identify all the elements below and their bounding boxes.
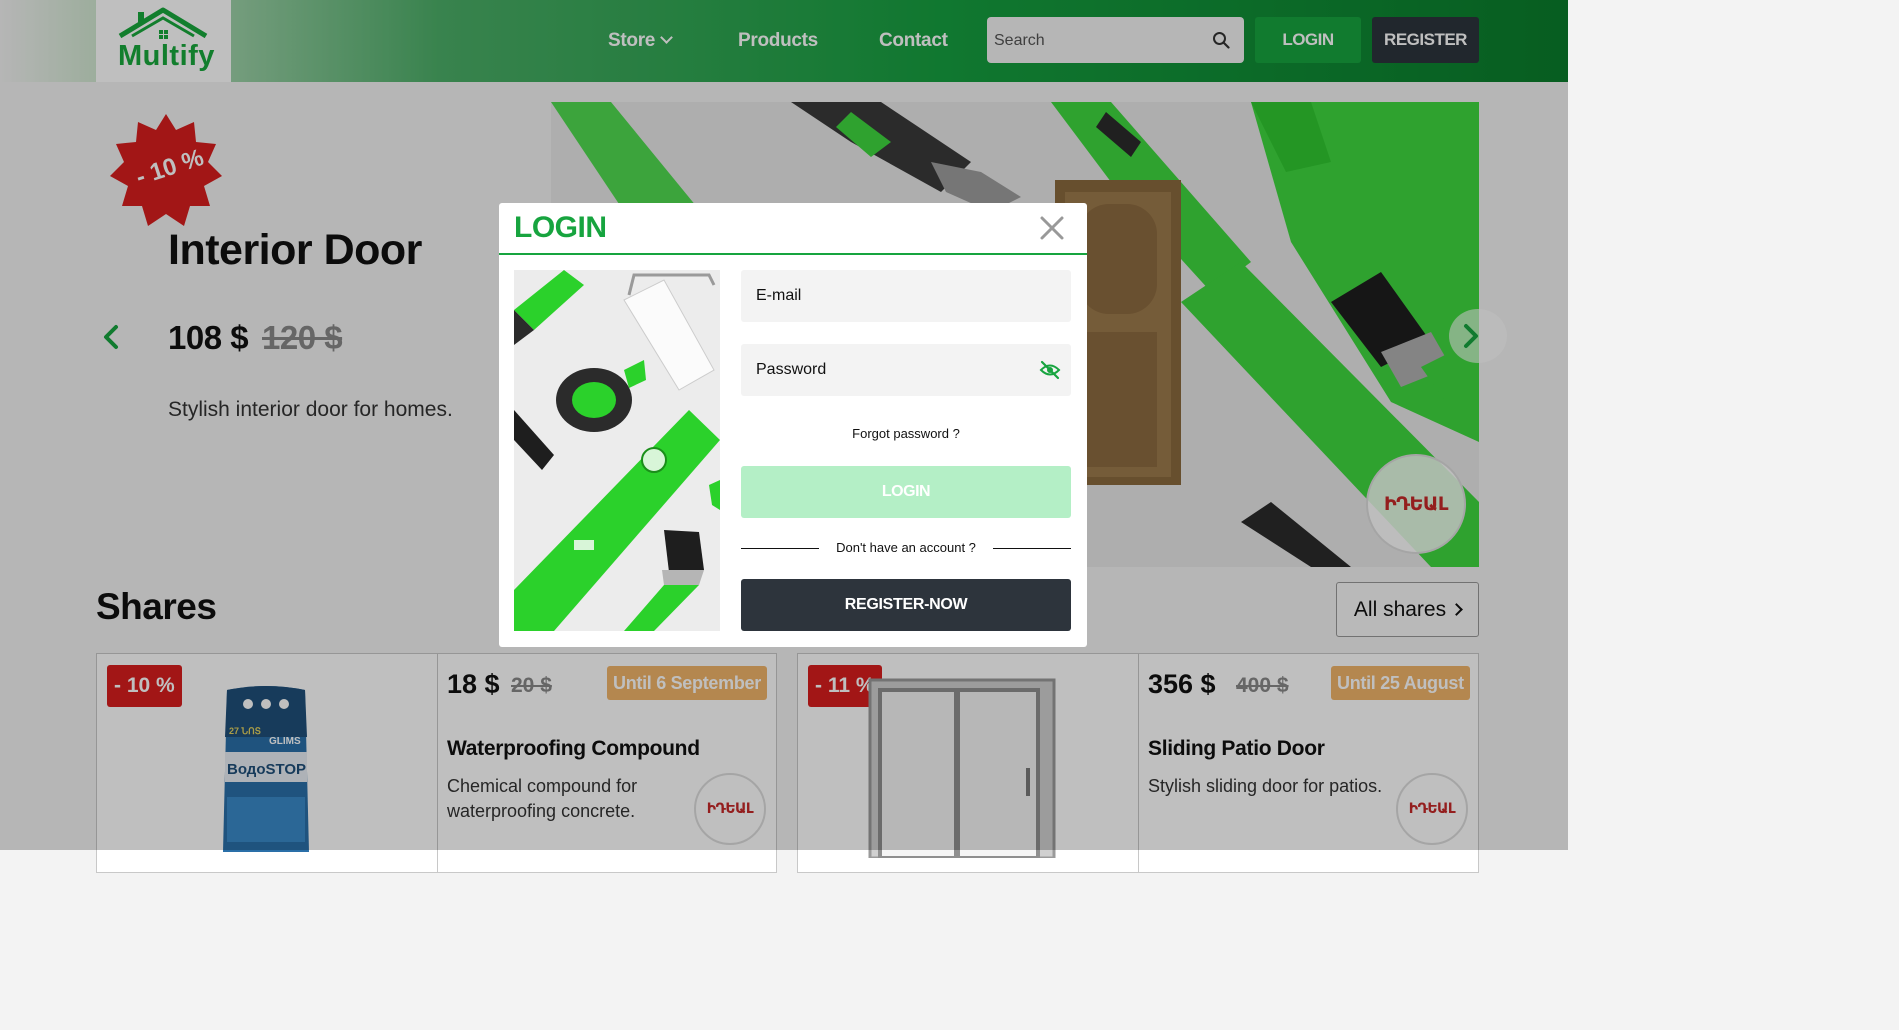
tools-illustration: [514, 270, 720, 631]
tools-image: [514, 270, 720, 631]
close-icon[interactable]: [1038, 214, 1066, 242]
no-account-divider: Don't have an account ?: [741, 539, 1071, 557]
modal-divider: [499, 253, 1087, 255]
eye-slash-icon[interactable]: [1039, 360, 1061, 380]
forgot-password-link[interactable]: Forgot password ?: [741, 426, 1071, 441]
password-input[interactable]: [756, 358, 1026, 382]
password-field: [741, 344, 1071, 396]
register-now-button[interactable]: REGISTER-NOW: [741, 579, 1071, 631]
email-field: [741, 270, 1071, 322]
login-button[interactable]: LOGIN: [741, 466, 1071, 518]
login-modal: LOGIN E-mail Forgot password ? LOGIN Don…: [499, 203, 1087, 647]
email-input[interactable]: [756, 284, 1026, 308]
modal-title: LOGIN: [514, 211, 607, 244]
